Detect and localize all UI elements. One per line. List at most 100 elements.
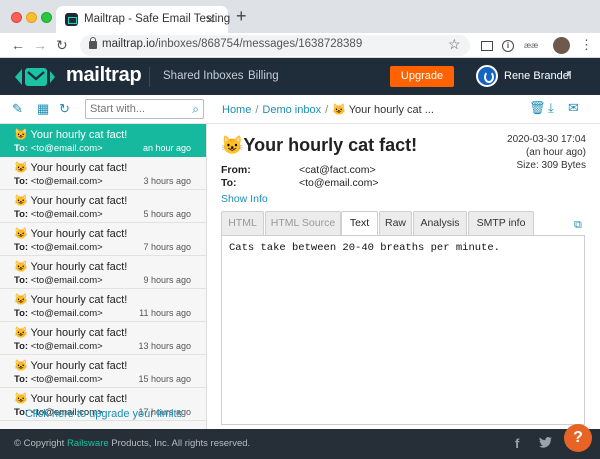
forward-email-icon[interactable]: ✉ bbox=[568, 101, 579, 115]
mark-all-read-icon[interactable]: ✎ bbox=[12, 102, 23, 116]
search-box: ⌕ bbox=[85, 99, 204, 119]
new-tab-button[interactable]: + bbox=[236, 6, 247, 26]
message-time: 5 hours ago bbox=[143, 209, 191, 219]
message-time: an hour ago bbox=[142, 143, 191, 153]
message-recipient: To: <to@email.com> bbox=[14, 209, 103, 220]
message-subject: 😺 Your hourly cat fact! bbox=[14, 162, 128, 174]
translate-extension-icon[interactable]: ææ bbox=[524, 41, 538, 50]
to-row: To: <to@email.com> bbox=[221, 177, 379, 189]
message-recipient: To: <to@email.com> bbox=[14, 143, 103, 154]
delete-icon[interactable]: 🗑 bbox=[529, 101, 546, 115]
message-list-item[interactable]: 😺 Your hourly cat fact! To: <to@email.co… bbox=[0, 157, 206, 190]
reload-icon[interactable]: ↻ bbox=[56, 36, 68, 54]
message-list-item[interactable]: 😺 Your hourly cat fact! To: <to@email.co… bbox=[0, 190, 206, 223]
tab-raw[interactable]: Raw bbox=[379, 211, 412, 235]
message-subject: 😺 Your hourly cat fact! bbox=[14, 294, 128, 306]
upgrade-limits-link[interactable]: Click here to upgrade your limits bbox=[0, 408, 207, 420]
tab-close-icon[interactable]: × bbox=[206, 11, 214, 27]
message-meta: 2020-03-30 17:04 (an hour ago) Size: 309… bbox=[507, 133, 586, 172]
lock-icon bbox=[89, 37, 97, 49]
back-arrow-icon[interactable]: ← bbox=[11, 36, 25, 54]
info-extension-icon[interactable]: i bbox=[502, 40, 514, 52]
tab-html-source[interactable]: HTML Source bbox=[265, 211, 341, 235]
browser-menu-icon[interactable]: ⋮ bbox=[580, 36, 593, 54]
mailtrap-favicon-icon bbox=[65, 13, 78, 26]
message-list-item[interactable]: 😺 Your hourly cat fact! To: <to@email.co… bbox=[0, 223, 206, 256]
tab-text[interactable]: Text bbox=[341, 211, 378, 236]
message-time: 11 hours ago bbox=[139, 308, 191, 318]
message-time: 3 hours ago bbox=[143, 176, 191, 186]
breadcrumb-separator: / bbox=[325, 104, 329, 116]
search-icon[interactable]: ⌕ bbox=[192, 102, 199, 117]
logo-text[interactable]: mailtrap bbox=[66, 64, 142, 87]
message-recipient: To: <to@email.com> bbox=[14, 176, 103, 187]
message-subject: 😺 Your hourly cat fact! bbox=[14, 195, 128, 207]
from-value: <cat@fact.com> bbox=[299, 164, 376, 176]
browser-tabstrip: Mailtrap - Safe Email Testing × + bbox=[0, 0, 600, 33]
message-date: 2020-03-30 17:04 bbox=[507, 134, 586, 145]
tab-html[interactable]: HTML bbox=[221, 211, 264, 235]
mailtrap-logo-icon[interactable] bbox=[13, 66, 57, 88]
message-subject: 😺 Your hourly cat fact! bbox=[14, 261, 128, 273]
browser-tab[interactable]: Mailtrap - Safe Email Testing × bbox=[56, 6, 230, 33]
tab-smtp-info[interactable]: SMTP info bbox=[468, 211, 534, 235]
breadcrumb-home[interactable]: Home bbox=[222, 104, 251, 116]
open-external-icon[interactable]: ⧉ bbox=[574, 219, 582, 232]
tab-analysis[interactable]: Analysis bbox=[413, 211, 467, 235]
message-subject: 😺 Your hourly cat fact! bbox=[14, 393, 128, 405]
user-name[interactable]: Rene Brandel bbox=[504, 70, 571, 82]
help-button[interactable]: ? bbox=[564, 424, 592, 452]
message-list-item[interactable]: 😺 Your hourly cat fact! To: <to@email.co… bbox=[0, 124, 206, 157]
message-list-item[interactable]: 😺 Your hourly cat fact! To: <to@email.co… bbox=[0, 355, 206, 388]
message-list-item[interactable]: 😺 Your hourly cat fact! To: <to@email.co… bbox=[0, 256, 206, 289]
window-maximize-button[interactable] bbox=[41, 12, 52, 23]
upgrade-button[interactable]: Upgrade bbox=[390, 66, 454, 87]
message-view: 😺Your hourly cat fact! 2020-03-30 17:04 … bbox=[208, 124, 600, 429]
message-subject: 😺 Your hourly cat fact! bbox=[14, 360, 128, 372]
message-list: 😺 Your hourly cat fact! To: <to@email.co… bbox=[0, 124, 207, 429]
user-avatar[interactable] bbox=[476, 65, 498, 87]
message-size: Size: 309 Bytes bbox=[516, 160, 586, 171]
message-recipient: To: <to@email.com> bbox=[14, 242, 103, 253]
to-value: <to@email.com> bbox=[299, 177, 379, 189]
breadcrumb: Home / Demo inbox / 😺 Your hourly cat ... bbox=[222, 103, 434, 116]
message-title: 😺Your hourly cat fact! bbox=[221, 135, 418, 155]
breadcrumb-separator: / bbox=[255, 104, 259, 116]
download-icon[interactable]: ⤓ bbox=[548, 101, 554, 115]
bookmark-star-icon[interactable]: ☆ bbox=[448, 36, 461, 53]
search-input[interactable] bbox=[86, 100, 181, 118]
nav-shared-inboxes[interactable]: Shared Inboxes bbox=[163, 70, 244, 82]
window-close-button[interactable] bbox=[11, 12, 22, 23]
window-minimize-button[interactable] bbox=[26, 12, 37, 23]
message-subject: 😺 Your hourly cat fact! bbox=[14, 129, 128, 141]
url-text: mailtrap.io/inboxes/868754/messages/1638… bbox=[102, 38, 363, 50]
railsware-link[interactable]: Railsware bbox=[67, 438, 109, 449]
message-relative-date: (an hour ago) bbox=[525, 147, 586, 158]
message-subject: 😺 Your hourly cat fact! bbox=[14, 327, 128, 339]
breadcrumb-current: 😺 Your hourly cat ... bbox=[332, 104, 434, 116]
twitter-icon[interactable] bbox=[539, 437, 552, 448]
user-menu-caret-icon[interactable]: ▼ bbox=[565, 69, 573, 78]
nav-billing[interactable]: Billing bbox=[248, 70, 279, 82]
facebook-icon[interactable]: f bbox=[515, 436, 519, 451]
message-time: 9 hours ago bbox=[143, 275, 191, 285]
message-recipient: To: <to@email.com> bbox=[14, 374, 103, 385]
from-row: From: <cat@fact.com> bbox=[221, 164, 376, 176]
forward-arrow-icon[interactable]: → bbox=[33, 36, 47, 54]
message-body-text: Cats take between 20-40 breaths per minu… bbox=[229, 242, 500, 254]
to-label: To: bbox=[221, 177, 237, 189]
clear-inbox-icon[interactable]: ▦ bbox=[37, 102, 49, 116]
message-time: 13 hours ago bbox=[138, 341, 191, 351]
refresh-icon[interactable]: ↻ bbox=[59, 102, 70, 116]
message-time: 15 hours ago bbox=[138, 374, 191, 384]
message-list-item[interactable]: 😺 Your hourly cat fact! To: <to@email.co… bbox=[0, 322, 206, 355]
message-list-item[interactable]: 😺 Your hourly cat fact! To: <to@email.co… bbox=[0, 289, 206, 322]
inbox-toolbar: ✎ ▦ ↻ ⌕ Home/Demo inbox/😺 Your hourly ca… bbox=[0, 95, 600, 124]
picture-in-picture-icon[interactable] bbox=[481, 41, 493, 51]
browser-toolbar: ← → ↻ mailtrap.io/inboxes/868754/message… bbox=[0, 33, 600, 58]
address-bar[interactable]: mailtrap.io/inboxes/868754/messages/1638… bbox=[80, 35, 470, 56]
show-info-link[interactable]: Show Info bbox=[221, 193, 268, 205]
message-subject: 😺 Your hourly cat fact! bbox=[14, 228, 128, 240]
profile-avatar[interactable] bbox=[553, 37, 570, 54]
breadcrumb-inbox[interactable]: Demo inbox bbox=[262, 104, 321, 116]
